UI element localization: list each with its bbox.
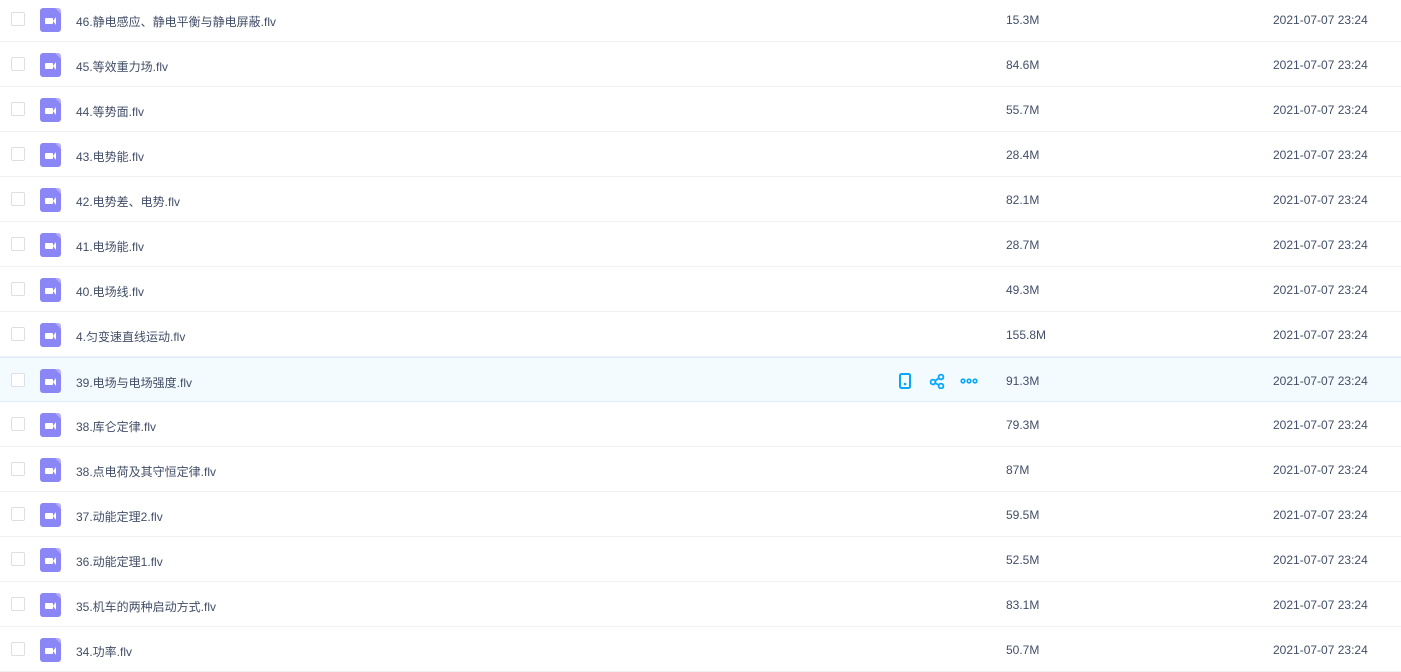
share-icon[interactable] (928, 372, 946, 390)
row-checkbox[interactable] (11, 102, 25, 116)
file-list: 46.静电感应、静电平衡与静电屏蔽.flv 15.3M 2021-07-07 2… (0, 0, 1401, 672)
file-row[interactable]: 4.匀变速直线运动.flv 155.8M 2021-07-07 23:24 (0, 312, 1401, 357)
file-size: 155.8M (1006, 328, 1047, 342)
file-row[interactable]: 38.库仑定律.flv 79.3M 2021-07-07 23:24 (0, 402, 1401, 447)
file-size: 52.5M (1006, 553, 1040, 567)
file-date: 2021-07-07 23:24 (1273, 374, 1368, 388)
file-size: 49.3M (1006, 283, 1040, 297)
file-size: 59.5M (1006, 508, 1040, 522)
video-file-icon (40, 323, 61, 347)
file-name[interactable]: 46.静电感应、静电平衡与静电屏蔽.flv (76, 13, 276, 30)
video-file-icon (40, 369, 61, 393)
file-name[interactable]: 44.等势面.flv (76, 103, 144, 120)
file-name[interactable]: 4.匀变速直线运动.flv (76, 328, 185, 345)
phone-icon[interactable] (896, 372, 914, 390)
video-file-icon (40, 278, 61, 302)
video-file-icon (40, 458, 61, 482)
file-name[interactable]: 43.电势能.flv (76, 148, 144, 165)
row-checkbox[interactable] (11, 507, 25, 521)
file-size: 28.7M (1006, 238, 1040, 252)
file-row[interactable]: 44.等势面.flv 55.7M 2021-07-07 23:24 (0, 87, 1401, 132)
file-date: 2021-07-07 23:24 (1273, 193, 1368, 207)
file-row[interactable]: 42.电势差、电势.flv 82.1M 2021-07-07 23:24 (0, 177, 1401, 222)
video-file-icon (40, 638, 61, 662)
video-file-icon (40, 188, 61, 212)
file-date: 2021-07-07 23:24 (1273, 238, 1368, 252)
video-file-icon (40, 503, 61, 527)
file-name[interactable]: 37.动能定理2.flv (76, 508, 163, 525)
file-row[interactable]: 35.机车的两种启动方式.flv 83.1M 2021-07-07 23:24 (0, 582, 1401, 627)
file-size: 91.3M (1006, 374, 1040, 388)
video-file-icon (40, 143, 61, 167)
file-size: 82.1M (1006, 193, 1040, 207)
file-row[interactable]: 46.静电感应、静电平衡与静电屏蔽.flv 15.3M 2021-07-07 2… (0, 0, 1401, 42)
file-name[interactable]: 45.等效重力场.flv (76, 58, 168, 75)
file-row[interactable]: 34.功率.flv 50.7M 2021-07-07 23:24 (0, 627, 1401, 672)
file-row[interactable]: 39.电场与电场强度.flv 91.3M 2021-07-07 23:24 (0, 357, 1401, 402)
row-checkbox[interactable] (11, 597, 25, 611)
row-checkbox[interactable] (11, 642, 25, 656)
file-date: 2021-07-07 23:24 (1273, 418, 1368, 432)
row-checkbox[interactable] (11, 282, 25, 296)
video-file-icon (40, 98, 61, 122)
file-date: 2021-07-07 23:24 (1273, 598, 1368, 612)
row-checkbox[interactable] (11, 327, 25, 341)
file-date: 2021-07-07 23:24 (1273, 283, 1368, 297)
row-checkbox[interactable] (11, 462, 25, 476)
file-date: 2021-07-07 23:24 (1273, 103, 1368, 117)
file-size: 50.7M (1006, 643, 1040, 657)
file-size: 28.4M (1006, 148, 1040, 162)
file-name[interactable]: 40.电场线.flv (76, 283, 144, 300)
file-name[interactable]: 38.库仑定律.flv (76, 418, 156, 435)
file-name[interactable]: 41.电场能.flv (76, 238, 144, 255)
more-icon[interactable] (960, 372, 978, 390)
file-name[interactable]: 36.动能定理1.flv (76, 553, 163, 570)
file-date: 2021-07-07 23:24 (1273, 13, 1368, 27)
row-checkbox[interactable] (11, 192, 25, 206)
row-checkbox[interactable] (11, 57, 25, 71)
video-file-icon (40, 8, 61, 32)
file-name[interactable]: 38.点电荷及其守恒定律.flv (76, 463, 216, 480)
video-file-icon (40, 53, 61, 77)
file-row[interactable]: 37.动能定理2.flv 59.5M 2021-07-07 23:24 (0, 492, 1401, 537)
file-size: 83.1M (1006, 598, 1040, 612)
file-size: 55.7M (1006, 103, 1040, 117)
video-file-icon (40, 233, 61, 257)
file-size: 79.3M (1006, 418, 1040, 432)
file-date: 2021-07-07 23:24 (1273, 463, 1368, 477)
video-file-icon (40, 593, 61, 617)
row-checkbox[interactable] (11, 417, 25, 431)
file-row[interactable]: 41.电场能.flv 28.7M 2021-07-07 23:24 (0, 222, 1401, 267)
file-date: 2021-07-07 23:24 (1273, 643, 1368, 657)
file-date: 2021-07-07 23:24 (1273, 148, 1368, 162)
row-checkbox[interactable] (11, 12, 25, 26)
file-date: 2021-07-07 23:24 (1273, 58, 1368, 72)
file-size: 15.3M (1006, 13, 1040, 27)
video-file-icon (40, 413, 61, 437)
row-checkbox[interactable] (11, 552, 25, 566)
video-file-icon (40, 548, 61, 572)
file-name[interactable]: 42.电势差、电势.flv (76, 193, 180, 210)
file-name[interactable]: 35.机车的两种启动方式.flv (76, 598, 216, 615)
file-date: 2021-07-07 23:24 (1273, 508, 1368, 522)
file-row[interactable]: 45.等效重力场.flv 84.6M 2021-07-07 23:24 (0, 42, 1401, 87)
file-date: 2021-07-07 23:24 (1273, 553, 1368, 567)
file-row[interactable]: 43.电势能.flv 28.4M 2021-07-07 23:24 (0, 132, 1401, 177)
file-date: 2021-07-07 23:24 (1273, 328, 1368, 342)
file-size: 87M (1006, 463, 1030, 477)
row-actions (896, 372, 978, 390)
file-name[interactable]: 39.电场与电场强度.flv (76, 374, 192, 391)
file-row[interactable]: 36.动能定理1.flv 52.5M 2021-07-07 23:24 (0, 537, 1401, 582)
file-size: 84.6M (1006, 58, 1040, 72)
row-checkbox[interactable] (11, 147, 25, 161)
file-row[interactable]: 38.点电荷及其守恒定律.flv 87M 2021-07-07 23:24 (0, 447, 1401, 492)
row-checkbox[interactable] (11, 373, 25, 387)
file-name[interactable]: 34.功率.flv (76, 643, 132, 660)
row-checkbox[interactable] (11, 237, 25, 251)
file-row[interactable]: 40.电场线.flv 49.3M 2021-07-07 23:24 (0, 267, 1401, 312)
